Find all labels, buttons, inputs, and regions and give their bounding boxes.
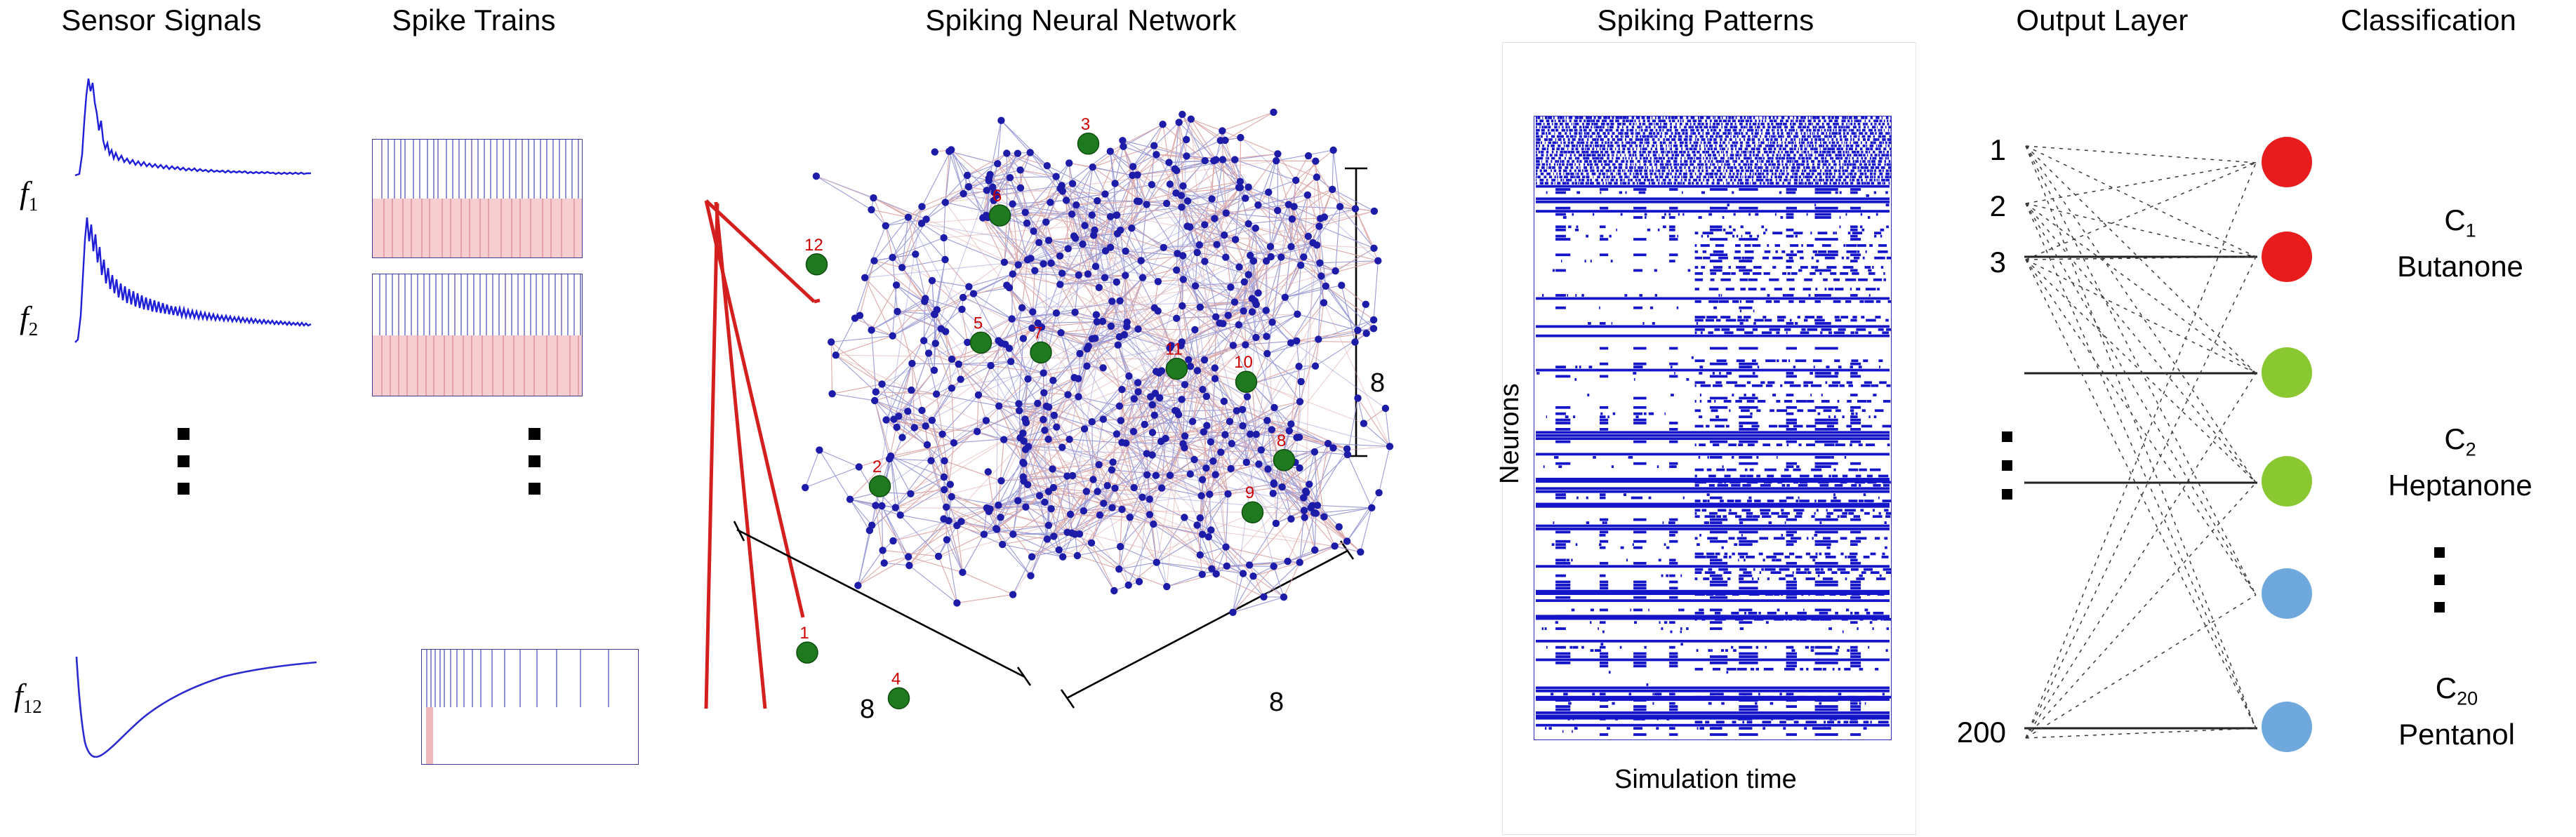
output-input-index-1: 1 [1989,133,2006,166]
spike-train-2-excitatory [373,274,582,335]
column-header-sensor-signals: Sensor Signals [61,4,262,36]
sensor-signals-ellipsis [178,428,190,495]
spike-train-12-excitatory [422,650,638,707]
classification-sub-20: 20 [2457,688,2478,709]
classification-label-20: C20 Pentanol [2337,670,2576,753]
spiking-patterns-raster [1534,116,1897,740]
svg-text:7: 7 [1033,323,1042,342]
svg-text:2: 2 [872,457,882,476]
spike-train-12 [421,649,639,765]
classification-sub-1: 1 [2465,220,2476,241]
sensor-signal-trace-2 [74,210,312,351]
classification-symbol-2: C2 [2444,422,2476,460]
sensor-label-f12-sub: 12 [22,696,42,718]
sensor-label-f2: f2 [20,300,39,340]
snn-dim-label-y: 8 [1269,688,1284,717]
output-node-2[interactable] [2262,232,2312,282]
sensor-label-f2-sub: 2 [28,319,39,340]
raster-canvas [1536,116,1897,736]
classification-name-20: Pentanol [2398,718,2515,751]
column-header-output-layer: Output Layer [2016,4,2189,36]
classification-symbol-20: C20 [2435,671,2478,709]
spike-trains-ellipsis [529,428,540,495]
sensor-signal-trace-12 [74,652,319,765]
sensor-signal-trace-1 [74,70,312,182]
column-header-snn: Spiking Neural Network [925,4,1237,36]
snn-dim-label-z: 8 [1370,368,1386,398]
classification-label-1: C1 Butanone [2344,202,2576,285]
column-header-classification: Classification [2340,4,2517,36]
output-input-index-2: 2 [1989,189,2006,222]
snn-dim-label-x: 8 [860,695,875,724]
output-node-4[interactable] [2262,456,2312,507]
spike-train-1-inhibitory [373,199,582,257]
svg-text:4: 4 [891,669,901,688]
classification-label-2: C2 Heptanone [2344,421,2576,504]
output-layer-ellipsis [2002,431,2012,500]
spike-train-2 [372,274,583,396]
svg-text:1: 1 [799,624,809,643]
classification-sub-2: 2 [2465,438,2476,460]
svg-text:10: 10 [1234,353,1253,372]
sensor-label-f1: f1 [20,175,39,215]
svg-text:3: 3 [1081,115,1090,134]
svg-text:9: 9 [1245,483,1254,502]
output-node-5[interactable] [2262,568,2312,619]
spike-train-12-inhibitory [422,707,638,764]
spiking-patterns-xlabel: Simulation time [1614,765,1797,794]
classification-name-1: Butanone [2397,250,2523,283]
snn-cube: 3 6 12 5 7 11 10 8 2 9 1 4 [716,67,1460,775]
spike-train-1-excitatory [373,140,582,199]
sensor-label-f1-sub: 1 [28,194,39,215]
svg-text:5: 5 [974,314,983,333]
output-input-index-200: 200 [1956,716,2006,749]
output-input-index-3: 3 [1989,246,2006,279]
sensor-label-f12: f12 [14,677,42,718]
output-layer-connections [2021,126,2260,758]
classification-name-2: Heptanone [2388,469,2532,502]
spiking-patterns-ylabel: Neurons [1495,383,1525,484]
spike-train-1 [372,139,583,258]
svg-text:6: 6 [992,187,1002,206]
output-node-3[interactable] [2262,347,2312,398]
classification-ellipsis [2434,547,2445,612]
figure-canvas: Sensor Signals Spike Trains Spiking Neur… [0,0,2576,837]
spike-train-2-inhibitory [373,335,582,396]
svg-text:11: 11 [1165,340,1183,359]
svg-text:12: 12 [804,236,823,255]
classification-symbol-1: C1 [2444,203,2476,241]
column-header-spiking-patterns: Spiking Patterns [1597,4,1814,36]
svg-text:8: 8 [1277,431,1286,450]
output-node-6[interactable] [2262,702,2312,752]
column-header-spike-trains: Spike Trains [392,4,556,36]
output-node-1[interactable] [2262,137,2312,187]
